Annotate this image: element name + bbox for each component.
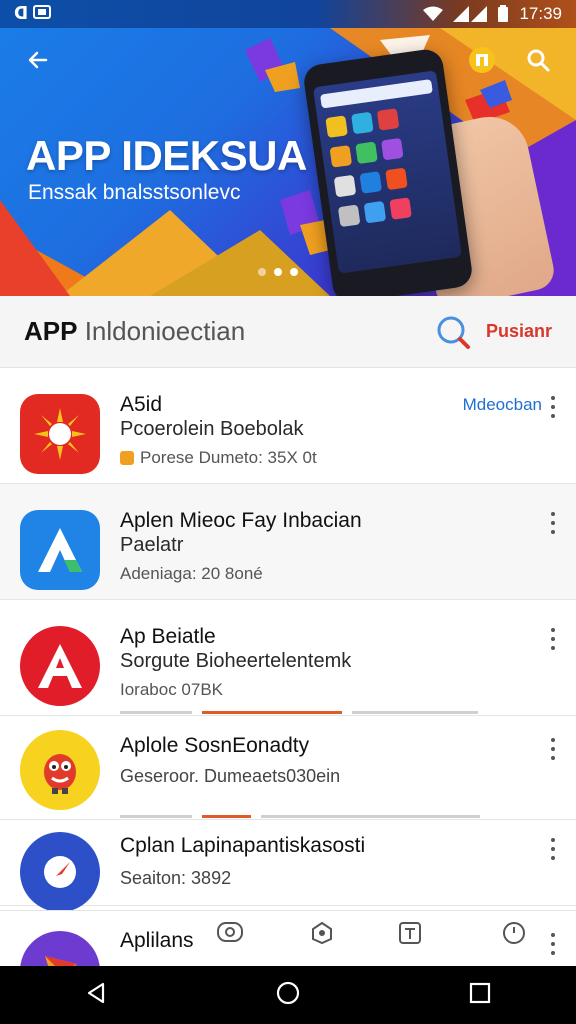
section-search-label[interactable]: Pusianr — [486, 321, 552, 342]
section-title-rest: Inldonioectian — [77, 316, 246, 346]
carousel-dot[interactable] — [258, 268, 266, 276]
app-list: A5id Pcoerolein Boebolak Porese Dumeto: … — [0, 368, 576, 912]
sim-icon — [33, 5, 52, 19]
arrow-icon — [20, 931, 100, 966]
nav-recents-button[interactable] — [468, 981, 492, 1010]
list-item[interactable]: A5id Pcoerolein Boebolak Porese Dumeto: … — [0, 368, 576, 484]
back-button[interactable] — [18, 40, 58, 80]
status-left-icon: ᗡ — [14, 4, 29, 23]
tab-badge[interactable] — [292, 921, 352, 966]
app-meta-text: Ioraboc 07BK — [120, 680, 224, 699]
carousel-dot[interactable] — [290, 268, 298, 276]
badge-tab-icon — [312, 921, 332, 945]
section-header: APP Inldonioectian Pusianr — [0, 296, 576, 368]
bottom-bar: Aplilans — [0, 910, 576, 966]
app-meta: Ioraboc 07BK — [120, 680, 223, 700]
app-desc: Paelatr — [120, 534, 184, 556]
tab-clock[interactable] — [484, 921, 544, 966]
search-button[interactable] — [518, 40, 558, 80]
more-options-icon[interactable] — [548, 396, 558, 418]
app-desc: Seaiton: 3892 — [120, 868, 232, 888]
nav-home-icon — [276, 981, 300, 1004]
app-name: Aplilans — [120, 929, 194, 952]
app-action-link[interactable]: Mdeocban — [463, 395, 542, 415]
more-options-icon[interactable] — [548, 838, 558, 860]
app-meta-text: Adeniaga: 20 8oné — [120, 564, 263, 583]
app-meta-text: Porese Dumeto: 35X 0t — [140, 448, 317, 467]
sun-icon — [20, 394, 100, 474]
tab-t[interactable] — [380, 921, 440, 966]
hero-subtitle: Enssak bnalsstsonlevc — [28, 181, 241, 204]
carousel-dot-active[interactable] — [274, 268, 282, 276]
app-name: Ap Beiatle — [120, 625, 216, 648]
nav-recents-icon — [469, 982, 491, 1003]
magnifier-icon — [437, 316, 470, 349]
nav-back-icon — [87, 982, 105, 1003]
carousel-dots[interactable] — [258, 268, 298, 276]
system-nav-bar — [0, 966, 576, 1024]
list-item[interactable]: Cplan Lapinapantiskasosti Seaiton: 3892 — [0, 820, 576, 912]
app-desc: Geseroor. Dumeaets030ein — [120, 766, 341, 786]
list-item[interactable]: Aplen Mieoc Fay Inbacian Paelatr Adeniag… — [0, 484, 576, 600]
app-name: Cplan Lapinapantiskasosti — [120, 834, 366, 857]
status-bar: ᗡ 17:39 — [0, 0, 576, 28]
app-name: Aplole SosnEonadty — [120, 734, 310, 757]
settings-tab-icon — [217, 922, 243, 942]
compass-icon — [20, 832, 100, 912]
battery-icon — [498, 5, 509, 22]
wifi-icon — [423, 6, 444, 21]
app-meta: Adeniaga: 20 8oné — [120, 564, 263, 584]
download-progress — [120, 815, 480, 819]
more-options-icon[interactable] — [548, 933, 558, 955]
hero-title: APP IDEKSUA — [26, 132, 307, 179]
app-grid-icon — [469, 47, 495, 73]
letter-a-red-icon — [20, 626, 100, 706]
section-title: APP Inldonioectian — [24, 316, 245, 347]
hero-banner[interactable]: ᗡ 17:39 APP IDEKSUA Enssak bnalsstsonlev… — [0, 0, 576, 296]
section-search-button[interactable] — [434, 313, 472, 351]
signal-icon — [453, 6, 488, 22]
download-progress — [120, 711, 480, 715]
more-options-icon[interactable] — [548, 738, 558, 760]
back-arrow-icon — [28, 51, 48, 69]
t-tab-icon — [399, 922, 421, 944]
tab-settings[interactable] — [200, 921, 260, 966]
status-time: 17:39 — [519, 4, 562, 23]
nav-back-button[interactable] — [84, 981, 108, 1010]
list-item[interactable]: Aplole SosnEonadty Geseroor. Dumeaets030… — [0, 716, 576, 820]
menu-button[interactable] — [462, 40, 502, 80]
list-item[interactable]: Ap Beiatle Sorgute Bioheertelentemk Iora… — [0, 600, 576, 716]
mascot-icon — [20, 730, 100, 810]
more-options-icon[interactable] — [548, 512, 558, 534]
nav-home-button[interactable] — [276, 981, 300, 1010]
letter-a-blue-icon — [20, 510, 100, 590]
app-desc: Sorgute Bioheertelentemk — [120, 650, 352, 672]
app-name: Aplen Mieoc Fay Inbacian — [120, 509, 362, 532]
section-title-bold: APP — [24, 316, 78, 346]
more-options-icon[interactable] — [548, 628, 558, 650]
app-meta: Porese Dumeto: 35X 0t — [120, 448, 317, 468]
meta-badge-icon — [120, 451, 134, 465]
clock-tab-icon — [503, 922, 525, 944]
app-desc: Pcoerolein Boebolak — [120, 418, 304, 440]
app-name: A5id — [120, 393, 163, 416]
search-icon — [527, 49, 550, 72]
